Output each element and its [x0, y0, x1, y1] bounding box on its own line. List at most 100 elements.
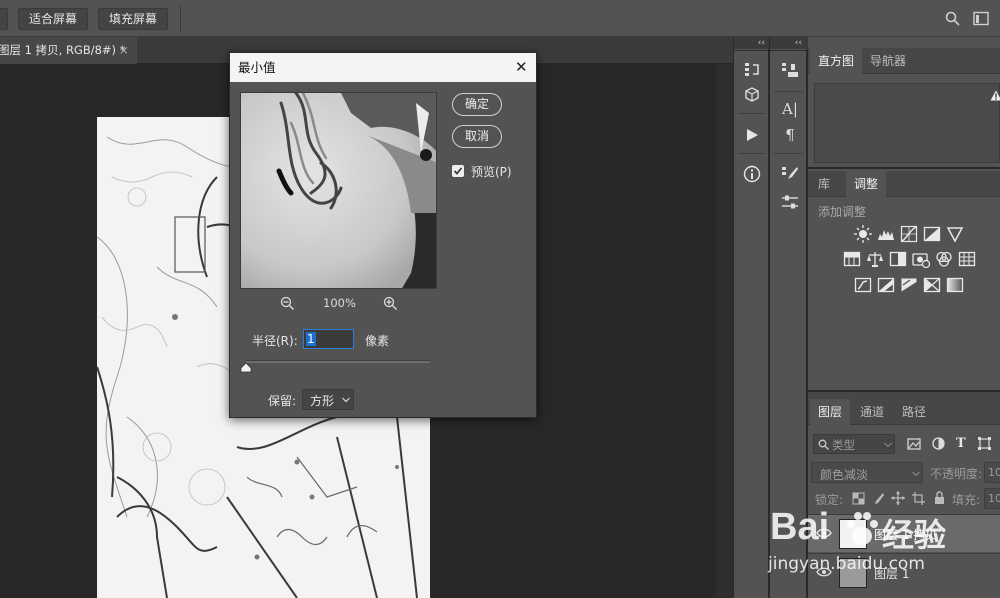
eye-icon[interactable] [816, 527, 832, 539]
threshold-icon[interactable] [900, 276, 918, 294]
options-bar: 适合屏幕 填充屏幕 [0, 0, 1000, 37]
opacity-input[interactable]: 10 [984, 462, 1000, 483]
3d-icon[interactable] [744, 87, 760, 103]
fill-value: 10 [988, 492, 1000, 505]
vibrance-icon[interactable] [946, 225, 964, 243]
exposure-icon[interactable] [923, 225, 941, 243]
preserve-select[interactable]: 方形 [302, 389, 354, 410]
blend-mode-value: 颜色减淡 [820, 468, 869, 482]
chevron-down-icon [912, 471, 920, 477]
radius-slider-thumb[interactable] [240, 363, 252, 373]
blend-mode-select[interactable]: 颜色减淡 [811, 462, 923, 483]
preview-image [241, 93, 436, 288]
checkmark-icon [453, 167, 463, 175]
histogram-tabbar: 直方图 导航器 [808, 48, 1000, 74]
search-icon[interactable] [945, 11, 960, 26]
histogram-panel: 直方图 导航器 [808, 37, 1000, 167]
lock-artboard-icon[interactable] [912, 492, 925, 505]
paragraph-icon[interactable]: ¶ [777, 123, 803, 147]
radius-input[interactable]: 1 [303, 329, 354, 349]
lock-transparent-icon[interactable] [852, 492, 865, 505]
history-icon[interactable] [744, 61, 760, 77]
play-icon[interactable] [745, 128, 759, 142]
cancel-button[interactable]: 取消 [452, 125, 502, 148]
tab-paths[interactable]: 路径 [894, 399, 934, 425]
chevron-down-icon [884, 442, 892, 448]
warning-icon[interactable] [990, 90, 1000, 101]
options-button-partial[interactable] [0, 8, 8, 30]
lock-pixels-icon[interactable] [872, 492, 885, 505]
brush-icon[interactable] [781, 165, 799, 183]
layers-tabbar: 图层 通道 路径 [808, 399, 1000, 425]
eye-icon[interactable] [816, 566, 832, 578]
preview-checkbox-label: 预览(P) [471, 165, 512, 179]
brightness-icon[interactable] [854, 225, 872, 243]
close-icon[interactable]: ✕ [515, 53, 528, 82]
character-icon[interactable]: A| [777, 97, 803, 121]
layer-thumbnail [839, 519, 867, 549]
gradient-map-icon[interactable] [946, 276, 964, 294]
radius-slider-track[interactable] [246, 360, 430, 363]
tab-histogram[interactable]: 直方图 [810, 48, 863, 74]
vertical-scrollbar[interactable] [716, 64, 733, 598]
preview-checkbox[interactable] [452, 165, 464, 177]
channel-mixer-icon[interactable] [935, 250, 953, 268]
lock-label: 锁定: [815, 493, 844, 507]
invert-icon[interactable] [854, 276, 872, 294]
minimum-filter-dialog: 最小值 ✕ 确定 取消 预览(P) 100% 半径(R): 1 像素 保留: 方… [229, 52, 537, 418]
tab-navigator[interactable]: 导航器 [862, 48, 914, 74]
zoom-level: 100% [323, 296, 356, 310]
layer-name: 图层 1 拷贝 [874, 528, 938, 542]
curves-icon[interactable] [900, 225, 918, 243]
tab-adjustments[interactable]: 调整 [846, 171, 887, 197]
radius-label: 半径(R): [252, 334, 298, 348]
fit-screen-button[interactable]: 适合屏幕 [18, 8, 88, 30]
levels-icon[interactable] [877, 225, 895, 243]
zoom-in-icon[interactable] [383, 296, 398, 311]
opacity-value: 10 [988, 466, 1000, 479]
preserve-value: 方形 [310, 394, 335, 408]
layer-kind-filter-value: 类型 [832, 438, 855, 452]
color-balance-icon[interactable] [866, 250, 884, 268]
document-tab-title: 图层 1 拷贝, RGB/8#) * [0, 43, 126, 57]
tab-library[interactable]: 库 [810, 171, 838, 197]
shape-filter-icon[interactable] [978, 437, 991, 450]
lock-all-icon[interactable] [934, 491, 945, 504]
layer-kind-filter[interactable]: 类型 [813, 434, 895, 454]
lock-position-icon[interactable] [891, 491, 905, 505]
image-filter-icon[interactable] [907, 438, 921, 450]
search-icon [818, 439, 829, 450]
zoom-out-icon[interactable] [280, 296, 295, 311]
document-tab[interactable]: 图层 1 拷贝, RGB/8#) * × [0, 37, 137, 64]
filter-preview[interactable] [240, 92, 437, 289]
ok-button[interactable]: 确定 [452, 93, 502, 116]
clone-source-icon[interactable] [781, 61, 799, 79]
hue-saturation-icon[interactable] [843, 250, 861, 268]
adjustments-tabbar: 库 调整 [808, 171, 1000, 197]
layer-row[interactable]: 图层 1 [808, 553, 1000, 591]
adjustment-filter-icon[interactable] [932, 437, 945, 450]
fill-input[interactable]: 10 [984, 488, 1000, 509]
black-white-icon[interactable] [889, 250, 907, 268]
color-lookup-icon[interactable] [958, 250, 976, 268]
panel-strip-2: ‹‹ A| ¶ [769, 37, 808, 598]
layer-row-selected[interactable]: 图层 1 拷贝 [808, 514, 1000, 552]
selective-color-icon[interactable] [923, 276, 941, 294]
fill-screen-button[interactable]: 填充屏幕 [98, 8, 168, 30]
add-adjustment-label: 添加调整 [818, 205, 867, 219]
layer-thumbnail [839, 558, 867, 588]
properties-icon[interactable] [781, 193, 799, 211]
collapse-strip-2[interactable]: ‹‹ [770, 37, 808, 49]
workspace-icon[interactable] [973, 11, 989, 26]
tab-layers[interactable]: 图层 [810, 399, 851, 425]
photo-filter-icon[interactable] [912, 250, 930, 268]
close-tab-icon[interactable]: × [119, 37, 129, 64]
collapse-strip-1[interactable]: ‹‹ [734, 37, 769, 49]
type-filter-icon[interactable]: T [956, 436, 966, 451]
tab-channels[interactable]: 通道 [852, 399, 892, 425]
divider [180, 6, 181, 32]
dialog-titlebar[interactable]: 最小值 ✕ [230, 53, 536, 82]
info-icon[interactable] [743, 165, 761, 183]
dialog-title: 最小值 [238, 60, 276, 75]
posterize-icon[interactable] [877, 276, 895, 294]
